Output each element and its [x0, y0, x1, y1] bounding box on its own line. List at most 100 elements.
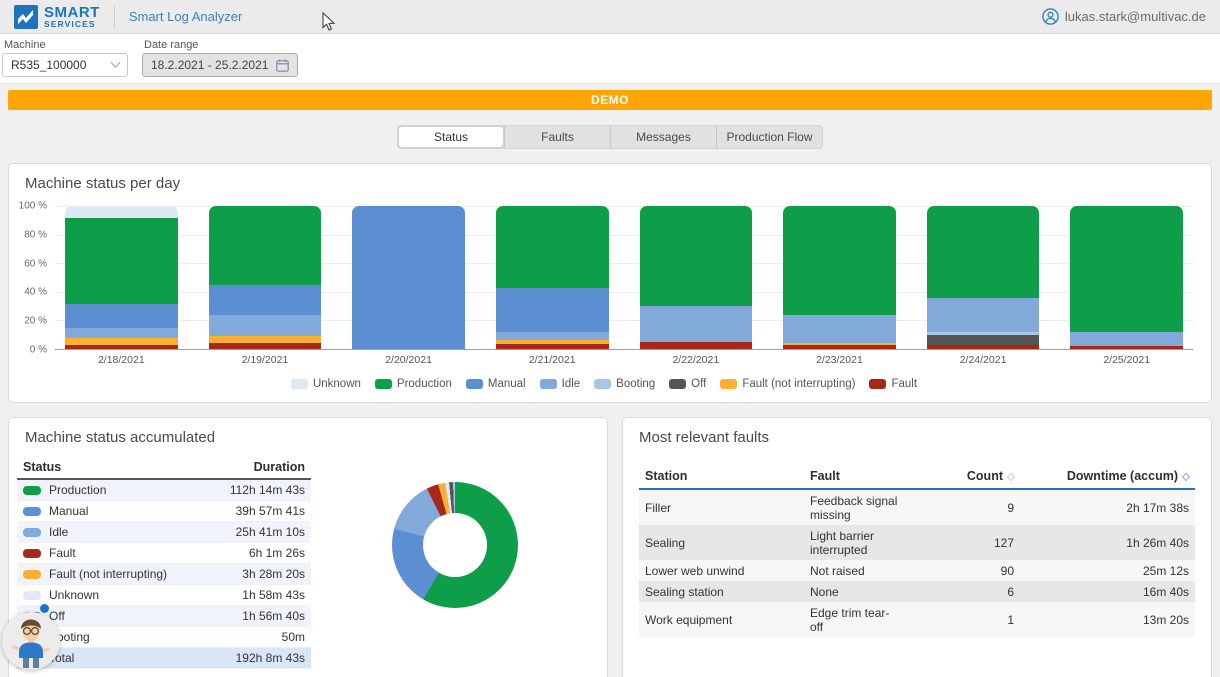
stacked-bar-2-18-2021[interactable] — [65, 206, 178, 349]
table-row[interactable]: Sealing stationNone616m 40s — [639, 581, 1195, 602]
bar-segment-manual[interactable] — [65, 304, 178, 328]
table-row[interactable]: Fault6h 1m 26s — [17, 543, 311, 564]
legend-item-fault[interactable]: Fault — [869, 378, 917, 390]
stacked-bar-2-20-2021[interactable] — [352, 206, 465, 349]
legend-item-booting[interactable]: Booting — [594, 378, 655, 390]
stacked-bar-2-23-2021[interactable] — [783, 206, 896, 349]
table-row[interactable]: Booting50m — [17, 627, 311, 648]
status-duration: 39h 57m 41s — [206, 501, 311, 522]
bar-segment-production[interactable] — [209, 206, 322, 285]
bar-segment-fault[interactable] — [65, 345, 178, 349]
sort-icon[interactable] — [1182, 473, 1190, 481]
machine-select[interactable]: R535_100000 — [2, 53, 128, 77]
table-row[interactable]: SealingLight barrier interrupted1271h 26… — [639, 525, 1195, 560]
legend-swatch — [375, 379, 392, 389]
bar-segment-manual[interactable] — [496, 288, 609, 332]
y-tick-label: 0 % — [30, 345, 47, 356]
stacked-bar-2-21-2021[interactable] — [496, 206, 609, 349]
bar-segment-manual[interactable] — [209, 285, 322, 315]
bar-segment-production[interactable] — [783, 206, 896, 315]
machine-field: Machine R535_100000 — [2, 39, 128, 83]
bar-segment-production[interactable] — [927, 206, 1040, 298]
bar-segment-idle[interactable] — [1070, 332, 1183, 346]
table-row[interactable]: Manual39h 57m 41s — [17, 501, 311, 522]
legend-item-manual[interactable]: Manual — [466, 378, 526, 390]
user-menu[interactable]: lukas.stark@multivac.de — [1042, 8, 1206, 25]
fault-count: 127 — [905, 525, 1020, 560]
table-row[interactable]: FillerFeedback signal missing92h 17m 38s — [639, 489, 1195, 525]
bar-segment-production[interactable] — [65, 218, 178, 305]
status-accumulated-table: Status Duration Production112h 14m 43sMa… — [17, 456, 311, 669]
legend-item-off[interactable]: Off — [669, 378, 706, 390]
legend-label: Fault — [891, 378, 917, 390]
fault-downtime: 13m 20s — [1020, 602, 1195, 637]
faults-title: Most relevant faults — [623, 418, 1211, 450]
legend-label: Fault (not interrupting) — [742, 378, 855, 390]
status-accumulated-title: Machine status accumulated — [9, 418, 607, 450]
bar-segment-fault[interactable] — [640, 342, 753, 349]
bar-segment-production[interactable] — [1070, 206, 1183, 332]
brand-subname: SERVICES — [44, 20, 100, 29]
bar-segment-idle[interactable] — [783, 315, 896, 342]
stacked-bar-2-25-2021[interactable] — [1070, 206, 1183, 349]
faults-col-downtime[interactable]: Downtime (accum) — [1020, 464, 1195, 489]
accum-col-duration[interactable]: Duration — [206, 456, 311, 479]
table-row[interactable]: Lower web unwindNot raised9025m 12s — [639, 560, 1195, 581]
tab-status[interactable]: Status — [398, 126, 504, 148]
brand-name: SMART — [44, 5, 100, 20]
bar-segment-idle[interactable] — [927, 298, 1040, 332]
stacked-bar-2-24-2021[interactable] — [927, 206, 1040, 349]
table-row[interactable]: Off1h 56m 40s — [17, 606, 311, 627]
bar-segment-production[interactable] — [640, 206, 753, 306]
faults-col-fault[interactable]: Fault — [804, 464, 905, 489]
bar-segment-fault-not-interrupting-[interactable] — [65, 338, 178, 346]
bar-segment-idle[interactable] — [640, 306, 753, 342]
legend-swatch — [869, 379, 886, 389]
bar-segment-idle[interactable] — [496, 332, 609, 341]
stacked-bar-2-19-2021[interactable] — [209, 206, 322, 349]
filter-bar: Machine R535_100000 Date range 18.2.2021… — [0, 34, 1220, 84]
status-color-chip — [23, 486, 41, 495]
bar-segment-fault[interactable] — [209, 343, 322, 349]
legend-item-idle[interactable]: Idle — [540, 378, 581, 390]
stacked-bar-2-22-2021[interactable] — [640, 206, 753, 349]
fault-fault: None — [804, 581, 905, 602]
app-title: Smart Log Analyzer — [129, 9, 242, 24]
faults-col-station[interactable]: Station — [639, 464, 804, 489]
table-row[interactable]: Production112h 14m 43s — [17, 479, 311, 501]
sort-icon[interactable] — [1007, 473, 1015, 481]
fault-count: 9 — [905, 489, 1020, 525]
accum-col-status[interactable]: Status — [17, 456, 206, 479]
table-row[interactable]: Unknown1h 58m 43s — [17, 585, 311, 606]
legend-label: Production — [397, 378, 452, 390]
user-icon — [1042, 8, 1059, 25]
faults-col-count[interactable]: Count — [905, 464, 1020, 489]
legend-item-fault-not-interrupting-[interactable]: Fault (not interrupting) — [720, 378, 855, 390]
legend-item-unknown[interactable]: Unknown — [291, 378, 361, 390]
bar-segment-off[interactable] — [927, 335, 1040, 346]
bar-segment-unknown[interactable] — [65, 206, 178, 217]
assistant-widget[interactable] — [2, 612, 60, 670]
bar-segment-fault[interactable] — [927, 345, 1040, 349]
bar-segment-idle[interactable] — [65, 328, 178, 337]
x-tick-label: 2/19/2021 — [209, 350, 322, 366]
legend-item-production[interactable]: Production — [375, 378, 452, 390]
status-duration: 25h 41m 10s — [206, 522, 311, 543]
tab-faults[interactable]: Faults — [504, 126, 610, 148]
bar-segment-production[interactable] — [496, 206, 609, 288]
table-row[interactable]: Idle25h 41m 10s — [17, 522, 311, 543]
table-row[interactable]: Fault (not interrupting)3h 28m 20s — [17, 564, 311, 585]
status-color-chip — [23, 549, 41, 558]
bar-segment-fault[interactable] — [496, 344, 609, 349]
table-row[interactable]: Work equipmentEdge trim tear-off113m 20s — [639, 602, 1195, 637]
bar-segment-idle[interactable] — [209, 315, 322, 336]
chart-plot-area — [55, 206, 1193, 350]
x-tick-label: 2/24/2021 — [927, 350, 1040, 366]
bar-segment-manual[interactable] — [352, 206, 465, 349]
bar-segment-fault-not-interrupting-[interactable] — [209, 336, 322, 343]
tab-messages[interactable]: Messages — [610, 126, 716, 148]
tab-production-flow[interactable]: Production Flow — [716, 126, 822, 148]
date-range-input[interactable]: 18.2.2021 - 25.2.2021 — [142, 53, 298, 77]
bar-segment-fault[interactable] — [783, 345, 896, 349]
bar-segment-fault[interactable] — [1070, 346, 1183, 349]
